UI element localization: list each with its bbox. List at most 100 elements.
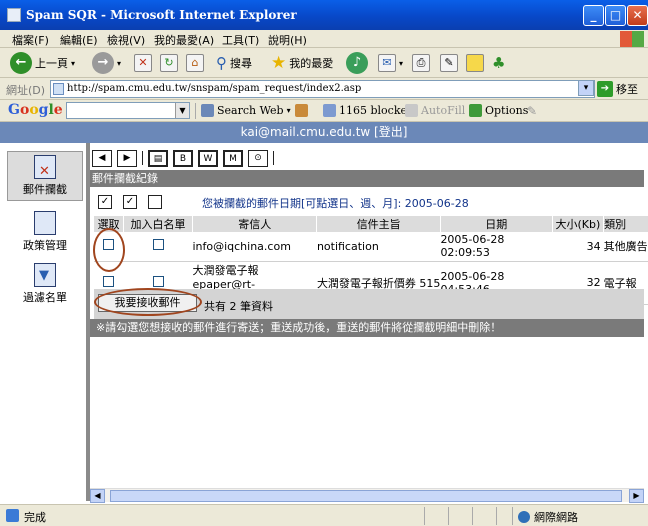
dropdown-icon: ▾: [117, 58, 122, 68]
invert-select-icon[interactable]: ✓: [123, 195, 137, 209]
address-label: 網址(D): [6, 84, 46, 97]
menu-help[interactable]: 說明(H): [268, 32, 307, 48]
whitelist-checkbox[interactable]: [152, 239, 164, 251]
media-button[interactable]: ♪: [346, 51, 368, 75]
document-icon[interactable]: ▤: [148, 149, 168, 167]
forward-button[interactable]: → ▾: [92, 51, 121, 75]
zone-label: 網際網路: [534, 511, 578, 524]
address-input[interactable]: http://spam.cmu.edu.tw/snspam/spam_reque…: [50, 80, 595, 98]
refresh-button[interactable]: ↻: [160, 51, 178, 75]
discuss-button[interactable]: [466, 51, 484, 75]
binoculars-icon: [201, 104, 214, 117]
sidebar-item-label: 過濾名單: [23, 291, 67, 304]
refresh-document-icon[interactable]: ⊙: [248, 149, 268, 167]
whitelist-checkbox[interactable]: [152, 275, 164, 287]
blocked-count: 1165 blocked: [339, 104, 415, 117]
autofill-button[interactable]: AutoFill: [405, 104, 465, 117]
close-button[interactable]: ✕: [627, 5, 648, 26]
menu-bar: 檔案(F) 編輯(E) 檢視(V) 我的最愛(A) 工具(T) 說明(H): [0, 30, 648, 48]
sidebar-item-label: 郵件攔截: [23, 183, 67, 196]
whitelist-cell: [123, 232, 193, 262]
home-button[interactable]: ⌂: [186, 51, 204, 75]
pagerank-button[interactable]: [295, 104, 308, 117]
security-zone: 網際網路: [518, 509, 578, 525]
google-toolbar: Google ▼ Search Web ▾ 1165 blocked AutoF…: [0, 100, 648, 122]
divider: [273, 151, 274, 165]
menu-file[interactable]: 檔案(F): [12, 32, 49, 48]
back-button[interactable]: ← 上一頁 ▾: [10, 51, 75, 75]
search-web-label: Search Web: [217, 104, 284, 117]
sidebar-item-mail-block[interactable]: ✕ 郵件攔截: [7, 151, 83, 201]
edit-icon: ✎: [440, 54, 458, 72]
search-button[interactable]: ⚲ 搜尋: [216, 51, 252, 75]
messenger-button[interactable]: ♣: [492, 51, 505, 75]
home-icon: ⌂: [186, 54, 204, 72]
go-button[interactable]: ➔ 移至: [597, 81, 638, 97]
stop-button[interactable]: ✕: [134, 51, 152, 75]
sender-cell: info@iqchina.com: [192, 232, 317, 262]
horizontal-scrollbar[interactable]: ◀ ▶: [90, 488, 644, 503]
col-header-category: 類別: [603, 216, 648, 232]
maximize-button[interactable]: □: [605, 5, 626, 26]
popup-blocker-button[interactable]: 1165 blocked: [323, 104, 414, 117]
sidebar: ✕ 郵件攔截 政策管理 ▼ 過濾名單: [4, 143, 90, 501]
google-logo[interactable]: Google: [8, 102, 63, 118]
go-label: 移至: [616, 83, 638, 96]
sidebar-item-filter-list[interactable]: ▼ 過濾名單: [7, 263, 83, 305]
minimize-button[interactable]: _: [583, 5, 604, 26]
page-status-icon: [6, 509, 19, 522]
m-document-icon[interactable]: M: [223, 149, 243, 167]
section-title: 郵件攔截紀錄: [90, 170, 644, 187]
select-checkbox[interactable]: [103, 275, 115, 287]
scroll-left-arrow-icon[interactable]: ◀: [90, 489, 105, 503]
menu-view[interactable]: 檢視(V): [107, 32, 145, 48]
col-header-size: 大小(Kb): [552, 216, 605, 232]
scroll-right-arrow-icon[interactable]: ▶: [629, 489, 644, 503]
go-arrow-icon: ➔: [597, 81, 613, 97]
mail-button[interactable]: ✉ ▾: [378, 51, 403, 75]
address-dropdown-button[interactable]: ▾: [578, 80, 594, 96]
main-content: ◀ ▶ ▤ B W M ⊙ 郵件攔截紀錄 ✓ ✓ 您被攔截的郵件日期[可點選日、…: [90, 143, 648, 501]
messenger-icon: ♣: [492, 54, 506, 72]
stop-icon: ✕: [134, 54, 152, 72]
receive-mail-button[interactable]: 我要接收郵件: [98, 294, 197, 312]
divider: [424, 507, 425, 525]
action-icons-row: ◀ ▶ ▤ B W M ⊙: [92, 147, 274, 169]
select-all-icon[interactable]: ✓: [98, 195, 112, 209]
google-search-dropdown[interactable]: ▼: [175, 103, 189, 118]
options-label: Options: [485, 104, 529, 117]
menu-tools[interactable]: 工具(T): [222, 32, 259, 48]
date-prompt-text: 您被攔截的郵件日期[可點選日、週、月]:: [202, 197, 405, 210]
print-button[interactable]: ⎙: [412, 51, 430, 75]
b-document-icon[interactable]: B: [173, 149, 193, 167]
mail-icon: ✉: [378, 54, 396, 72]
globe-icon: [518, 511, 530, 523]
next-page-icon[interactable]: ▶: [117, 149, 137, 167]
col-header-sender: 寄信人: [192, 216, 318, 232]
size-cell: 34: [552, 232, 604, 262]
options-button[interactable]: Options: [469, 104, 528, 117]
menu-favorites[interactable]: 我的最愛(A): [154, 32, 214, 48]
search-web-button[interactable]: Search Web ▾: [201, 104, 291, 117]
status-text: 完成: [24, 511, 46, 524]
date-link[interactable]: 2005-06-28: [405, 197, 469, 210]
sidebar-item-policy[interactable]: 政策管理: [7, 211, 83, 253]
dropdown-icon: ▾: [286, 106, 291, 115]
date-cell: 2005-06-28 02:09:53: [440, 232, 553, 262]
highlight-button[interactable]: ✎: [527, 104, 537, 118]
window-title: Spam SQR - Microsoft Internet Explorer: [26, 8, 297, 22]
scroll-thumb[interactable]: [110, 490, 622, 502]
select-checkbox[interactable]: [103, 239, 115, 251]
pencil-icon: ✎: [527, 104, 538, 118]
google-search-input[interactable]: [66, 102, 190, 119]
select-cell: [94, 232, 124, 262]
subject-cell[interactable]: notification: [316, 232, 441, 262]
prev-page-icon[interactable]: ◀: [92, 149, 112, 167]
clear-select-icon[interactable]: [148, 195, 162, 209]
back-arrow-icon: ←: [10, 52, 32, 74]
w-document-icon[interactable]: W: [198, 149, 218, 167]
edit-button[interactable]: ✎: [440, 51, 458, 75]
user-bar[interactable]: kai@mail.cmu.edu.tw [登出]: [0, 122, 648, 143]
menu-edit[interactable]: 編輯(E): [60, 32, 98, 48]
favorites-button[interactable]: ★ 我的最愛: [271, 51, 333, 75]
